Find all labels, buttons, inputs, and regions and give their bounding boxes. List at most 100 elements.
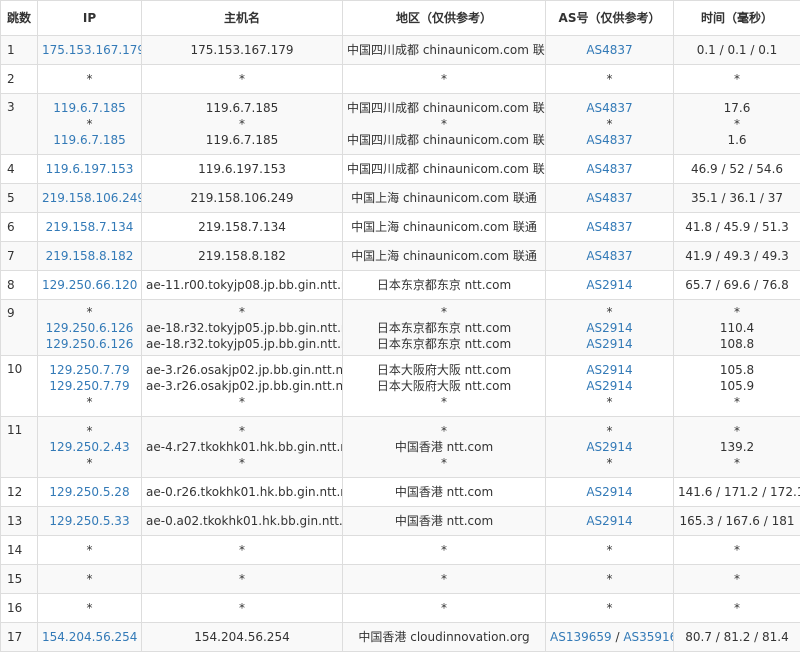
ip-link[interactable]: 129.250.6.126	[42, 320, 137, 336]
time-value: 41.9 / 49.3 / 49.3	[685, 249, 789, 263]
host-value: ae-4.r27.tkokhk01.hk.bb.gin.ntt.net	[146, 440, 343, 454]
as-line: *	[550, 600, 669, 616]
as-link[interactable]: AS2914	[586, 278, 632, 292]
ip-link[interactable]: 129.250.5.28	[42, 484, 137, 500]
ip-link[interactable]: 129.250.5.33	[42, 513, 137, 529]
host-cell: ae-0.r26.tkokhk01.hk.bb.gin.ntt.net	[141, 477, 343, 507]
time-cell: 65.7 / 69.6 / 76.8	[673, 270, 800, 300]
time-cell: *	[673, 593, 800, 623]
as-link[interactable]: AS4837	[586, 249, 632, 263]
as-line: AS139659 / AS35916	[550, 629, 673, 645]
as-line: *	[550, 542, 669, 558]
ip-link[interactable]: 219.158.8.182	[42, 248, 137, 264]
as-cell: AS4837 * AS4837	[545, 93, 674, 155]
as-line: AS2914	[550, 378, 669, 394]
host-value: *	[239, 424, 245, 438]
as-link[interactable]: AS4837	[586, 220, 632, 234]
host-value: 219.158.7.134	[198, 220, 286, 234]
as-link[interactable]: AS4837	[586, 101, 632, 115]
host-value: ae-11.r00.tokyjp08.jp.bb.gin.ntt.net	[146, 278, 343, 292]
region-cell: 日本大阪府大阪 ntt.com 日本大阪府大阪 ntt.com *	[342, 355, 546, 417]
as-link[interactable]: AS2914	[586, 514, 632, 528]
as-line: AS2914	[550, 362, 669, 378]
host-value: 119.6.7.185	[205, 133, 279, 147]
as-cell: *	[545, 64, 674, 94]
ip-link[interactable]: 119.6.197.153	[42, 161, 137, 177]
header-time: 时间（毫秒）	[673, 0, 800, 36]
hop-cell: 14	[0, 535, 38, 565]
ip-cell: 219.158.106.249	[37, 183, 142, 213]
hop-cell: 9	[0, 299, 38, 356]
as-link[interactable]: AS139659	[550, 630, 612, 644]
ip-link[interactable]: 175.153.167.179	[42, 42, 141, 58]
time-cell: 80.7 / 81.2 / 81.4	[673, 622, 800, 652]
region-cell: 中国香港 ntt.com	[342, 477, 546, 507]
ip-link[interactable]: 129.250.2.43	[42, 439, 137, 455]
as-cell: *	[545, 593, 674, 623]
region-value: 中国香港 ntt.com	[394, 440, 494, 454]
region-cell: 中国香港 cloudinnovation.org	[342, 622, 546, 652]
as-link[interactable]: AS2914	[586, 363, 632, 377]
region-cell: 日本东京都东京 ntt.com	[342, 270, 546, 300]
time-value: 80.7 / 81.2 / 81.4	[685, 630, 789, 644]
region-value: *	[441, 304, 447, 319]
table-row: 13 129.250.5.33 ae-0.a02.tkokhk01.hk.bb.gi…	[0, 506, 800, 536]
as-line: *	[550, 455, 669, 471]
hop-cell: 16	[0, 593, 38, 623]
ip-link[interactable]: 129.250.6.126	[42, 336, 137, 352]
time-value: *	[734, 395, 740, 409]
as-cell: AS4837	[545, 241, 674, 271]
header-region: 地区（仅供参考）	[342, 0, 546, 36]
time-cell: 46.9 / 52 / 54.6	[673, 154, 800, 184]
as-link[interactable]: AS4837	[586, 133, 632, 147]
as-link[interactable]: AS35916	[623, 630, 672, 644]
ip-value: *	[86, 395, 93, 409]
time-cell: 35.1 / 36.1 / 37	[673, 183, 800, 213]
region-cell: 中国上海 chinaunicom.com 联通	[342, 241, 546, 271]
ip-link[interactable]: 119.6.7.185	[42, 132, 137, 148]
region-cell: *	[342, 564, 546, 594]
hop-cell: 3	[0, 93, 38, 155]
host-value: *	[239, 543, 245, 557]
as-link[interactable]: AS2914	[586, 440, 632, 454]
time-value: 110.4	[719, 320, 755, 335]
table-row: 10 129.250.7.79 129.250.7.79 * ae-3.r26.osak…	[0, 355, 800, 417]
as-cell: AS4837	[545, 35, 674, 65]
host-value: *	[239, 304, 245, 319]
as-link[interactable]: AS2914	[586, 321, 632, 335]
as-link[interactable]: AS4837	[586, 191, 632, 205]
as-line: AS2914	[550, 320, 669, 336]
as-link[interactable]: AS4837	[586, 162, 632, 176]
host-cell: ae-3.r26.osakjp02.jp.bb.gin.ntt.net ae-3.…	[141, 355, 343, 417]
ip-link[interactable]: 129.250.7.79	[42, 378, 137, 394]
time-value: *	[734, 304, 740, 319]
region-value: 日本大阪府大阪 ntt.com	[376, 379, 512, 393]
header-hop: 跳数	[0, 0, 38, 36]
ip-cell: 175.153.167.179	[37, 35, 142, 65]
as-link[interactable]: AS2914	[586, 337, 632, 351]
time-value: 139.2	[719, 440, 755, 454]
as-link[interactable]: AS4837	[586, 43, 632, 57]
ip-link[interactable]: 129.250.7.79	[42, 362, 137, 378]
host-value: 119.6.7.185	[205, 101, 279, 115]
as-link[interactable]: AS2914	[586, 379, 632, 393]
host-cell: * ae-4.r27.tkokhk01.hk.bb.gin.ntt.net *	[141, 416, 343, 478]
host-value: *	[239, 117, 245, 131]
ip-link[interactable]: 119.6.7.185	[42, 100, 137, 116]
ip-link[interactable]: 219.158.7.134	[42, 219, 137, 235]
ip-cell: 129.250.5.28	[37, 477, 142, 507]
header-as: AS号（仅供参考）	[545, 0, 674, 36]
as-cell: AS139659 / AS35916	[545, 622, 674, 652]
as-link[interactable]: AS2914	[586, 485, 632, 499]
region-cell: 中国上海 chinaunicom.com 联通	[342, 183, 546, 213]
host-cell: ae-11.r00.tokyjp08.jp.bb.gin.ntt.net	[141, 270, 343, 300]
as-cell: AS2914	[545, 506, 674, 536]
region-value: *	[441, 395, 447, 409]
ip-cell: *	[37, 564, 142, 594]
time-cell: 41.8 / 45.9 / 51.3	[673, 212, 800, 242]
ip-link[interactable]: 154.204.56.254	[42, 629, 137, 645]
ip-link[interactable]: 129.250.66.120	[42, 277, 137, 293]
ip-link[interactable]: 219.158.106.249	[42, 190, 141, 206]
region-value: 日本大阪府大阪 ntt.com	[376, 363, 512, 377]
region-value: 中国上海 chinaunicom.com 联通	[351, 220, 537, 234]
